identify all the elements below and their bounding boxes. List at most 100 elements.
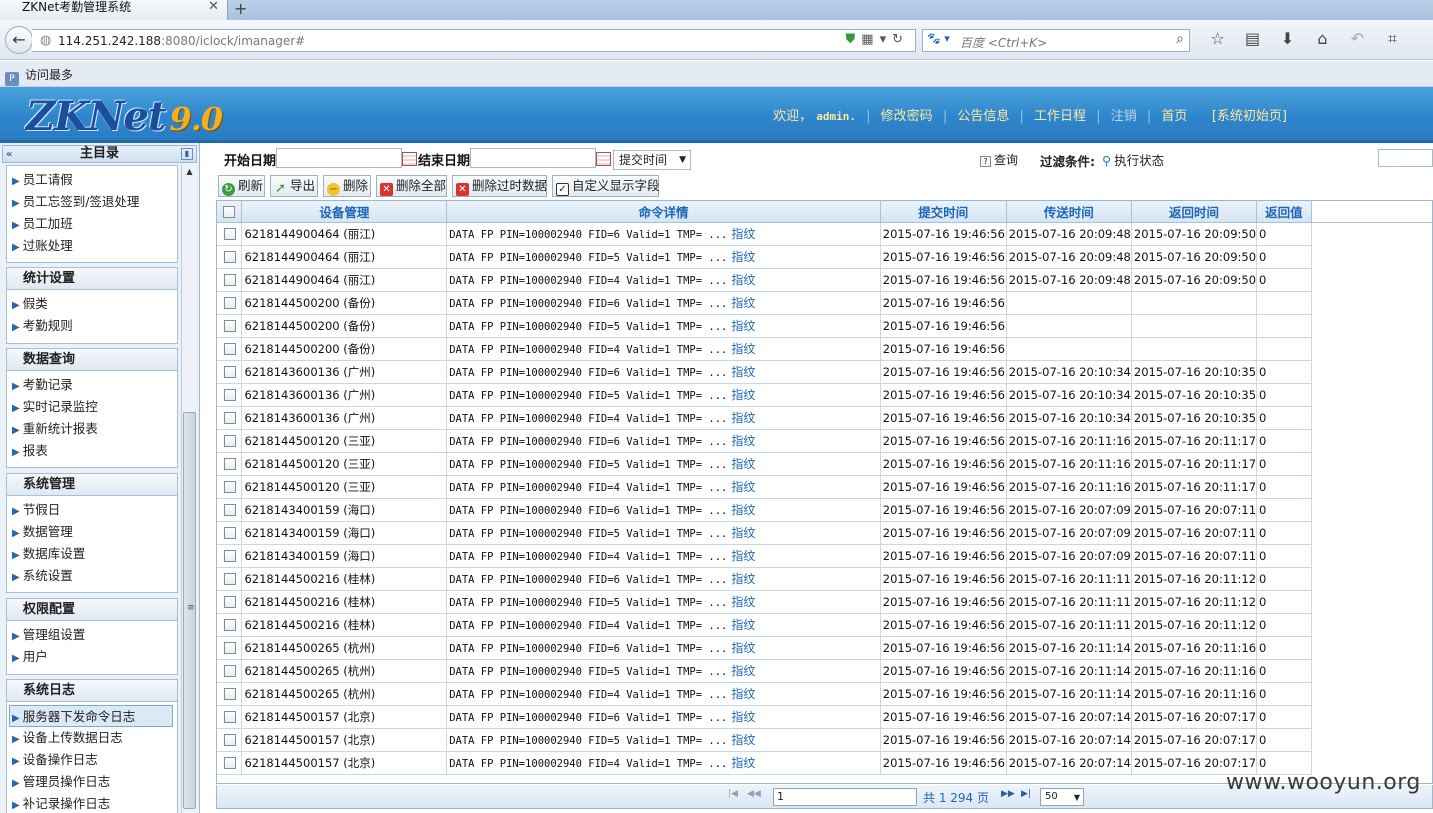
row-checkbox[interactable] — [224, 711, 236, 723]
sidebar-item-supplement-log[interactable]: ▶ 补记录操作日志 — [7, 793, 177, 813]
table-row[interactable]: 6218144500265 (杭州) DATA FP PIN=100002940 … — [217, 682, 1432, 706]
back-icon[interactable]: ← — [5, 26, 33, 54]
row-select-cell[interactable] — [217, 751, 243, 775]
fingerprint-link[interactable]: 指纹 — [731, 503, 755, 517]
row-select-cell[interactable] — [217, 314, 243, 338]
column-header[interactable]: 传送时间 — [1006, 201, 1132, 223]
table-row[interactable]: 6218144500120 (三亚) DATA FP PIN=100002940 … — [217, 475, 1432, 499]
row-checkbox[interactable] — [224, 688, 236, 700]
fingerprint-link[interactable]: 指纹 — [731, 641, 755, 655]
close-icon[interactable]: ✕ — [208, 0, 219, 14]
group-title[interactable]: 数据查询 — [7, 349, 177, 371]
quick-search-input[interactable] — [1378, 149, 1433, 167]
fingerprint-link[interactable]: 指纹 — [731, 480, 755, 494]
download-icon[interactable]: ⬇ — [1270, 29, 1305, 48]
calendar-icon[interactable] — [596, 152, 611, 166]
home-icon[interactable]: ⌂ — [1305, 29, 1340, 48]
fingerprint-link[interactable]: 指纹 — [731, 756, 755, 770]
sidebar-item-device-op-log[interactable]: ▶ 设备操作日志 — [7, 749, 177, 771]
sidebar-item-leave-types[interactable]: ▶ 假类 — [7, 293, 177, 315]
fingerprint-link[interactable]: 指纹 — [731, 710, 755, 724]
undo-icon[interactable]: ↶ — [1340, 29, 1375, 48]
row-select-cell[interactable] — [217, 498, 243, 522]
announcements-link[interactable]: 公告信息 — [957, 109, 1009, 124]
sidebar-item-posting[interactable]: ▶ 过账处理 — [7, 235, 177, 257]
fingerprint-link[interactable]: 指纹 — [731, 319, 755, 333]
next-page-icon[interactable]: ▶▶ — [1001, 789, 1015, 799]
group-title[interactable]: 统计设置 — [7, 268, 177, 290]
search-icon[interactable]: ⌕ — [1176, 31, 1184, 47]
sidebar-item-forgot-sign[interactable]: ▶ 员工忘签到/签退处理 — [7, 191, 177, 213]
row-checkbox[interactable] — [224, 366, 236, 378]
search-input[interactable]: 百度 <Ctrl+K> — [960, 34, 1047, 51]
fingerprint-link[interactable]: 指纹 — [731, 572, 755, 586]
table-row[interactable]: 6218144500216 (桂林) DATA FP PIN=100002940 … — [217, 567, 1432, 591]
search-box[interactable]: 🐾 ▾ 百度 <Ctrl+K> ⌕ — [922, 29, 1190, 52]
column-header[interactable]: 提交时间 — [880, 201, 1007, 223]
table-row[interactable]: 6218143600136 (广州) DATA FP PIN=100002940 … — [217, 406, 1432, 430]
scroll-thumb[interactable]: ≡ — [183, 412, 196, 809]
row-checkbox[interactable] — [224, 320, 236, 332]
shield-icon[interactable]: ⛊ — [846, 32, 862, 47]
select-all-cell[interactable] — [217, 201, 243, 223]
group-title[interactable]: 系统管理 — [7, 474, 177, 496]
fingerprint-link[interactable]: 指纹 — [731, 733, 755, 747]
fingerprint-link[interactable]: 指纹 — [731, 618, 755, 632]
row-select-cell[interactable] — [217, 222, 243, 246]
sidebar-item-users[interactable]: ▶ 用户 — [7, 646, 177, 668]
fingerprint-link[interactable]: 指纹 — [731, 388, 755, 402]
row-select-cell[interactable] — [217, 705, 243, 729]
table-row[interactable]: 6218144500157 (北京) DATA FP PIN=100002940 … — [217, 705, 1432, 729]
search-engine-icon[interactable]: 🐾 ▾ — [927, 32, 957, 49]
table-row[interactable]: 6218144500200 (备份) DATA FP PIN=100002940 … — [217, 291, 1432, 315]
table-row[interactable]: 6218143600136 (广州) DATA FP PIN=100002940 … — [217, 383, 1432, 407]
fingerprint-link[interactable]: 指纹 — [731, 250, 755, 264]
table-row[interactable]: 6218144500265 (杭州) DATA FP PIN=100002940 … — [217, 659, 1432, 683]
fingerprint-link[interactable]: 指纹 — [731, 227, 755, 241]
sidebar-item-admin-groups[interactable]: ▶ 管理组设置 — [7, 624, 177, 646]
row-checkbox[interactable] — [224, 734, 236, 746]
row-checkbox[interactable] — [224, 757, 236, 769]
row-checkbox[interactable] — [224, 596, 236, 608]
last-page-icon[interactable]: ▶| — [1021, 789, 1031, 799]
page-size-select[interactable]: 50 ▼ — [1040, 788, 1084, 806]
sidebar-item-server-cmd-log[interactable]: ▶ 服务器下发命令日志 — [9, 705, 173, 727]
reload-icon[interactable]: ↻ — [892, 32, 909, 47]
row-select-cell[interactable] — [217, 268, 243, 292]
row-select-cell[interactable] — [217, 337, 243, 361]
sidebar-item-db-settings[interactable]: ▶ 数据库设置 — [7, 543, 177, 565]
fingerprint-link[interactable]: 指纹 — [731, 664, 755, 678]
row-checkbox[interactable] — [224, 458, 236, 470]
table-row[interactable]: 6218144500216 (桂林) DATA FP PIN=100002940 … — [217, 613, 1432, 637]
first-page-icon[interactable]: |◀ — [728, 789, 738, 799]
table-row[interactable]: 6218144500120 (三亚) DATA FP PIN=100002940 … — [217, 452, 1432, 476]
fingerprint-link[interactable]: 指纹 — [731, 526, 755, 540]
fingerprint-link[interactable]: 指纹 — [731, 273, 755, 287]
table-row[interactable]: 6218144500200 (备份) DATA FP PIN=100002940 … — [217, 337, 1432, 361]
fingerprint-link[interactable]: 指纹 — [731, 549, 755, 563]
sidebar-item-realtime[interactable]: ▶ 实时记录监控 — [7, 396, 177, 418]
qr-icon[interactable]: ▦ — [861, 32, 879, 47]
row-checkbox[interactable] — [224, 435, 236, 447]
sidebar-item-sys-settings[interactable]: ▶ 系统设置 — [7, 565, 177, 587]
row-select-cell[interactable] — [217, 452, 243, 476]
home-link[interactable]: 首页 — [1161, 109, 1187, 124]
row-select-cell[interactable] — [217, 544, 243, 568]
row-select-cell[interactable] — [217, 728, 243, 752]
fingerprint-link[interactable]: 指纹 — [731, 595, 755, 609]
sidebar-item-upload-log[interactable]: ▶ 设备上传数据日志 — [7, 727, 177, 749]
group-title[interactable]: 权限配置 — [7, 599, 177, 621]
row-checkbox[interactable] — [224, 573, 236, 585]
row-checkbox[interactable] — [224, 412, 236, 424]
row-checkbox[interactable] — [224, 481, 236, 493]
logout-link[interactable]: 注销 — [1111, 109, 1137, 124]
sidebar-item-data-mgmt[interactable]: ▶ 数据管理 — [7, 521, 177, 543]
crop-icon[interactable]: ⌗ — [1375, 29, 1410, 49]
exec-status-filter[interactable]: ⚲ 执行状态 — [1102, 150, 1164, 169]
time-field-select[interactable]: 提交时间 ▼ — [613, 150, 691, 170]
sidebar-item-records[interactable]: ▶ 考勤记录 — [7, 374, 177, 396]
group-title[interactable]: 系统日志 — [7, 680, 177, 702]
row-checkbox[interactable] — [224, 642, 236, 654]
collapse-icon[interactable]: « — [6, 147, 12, 163]
fingerprint-link[interactable]: 指纹 — [731, 365, 755, 379]
